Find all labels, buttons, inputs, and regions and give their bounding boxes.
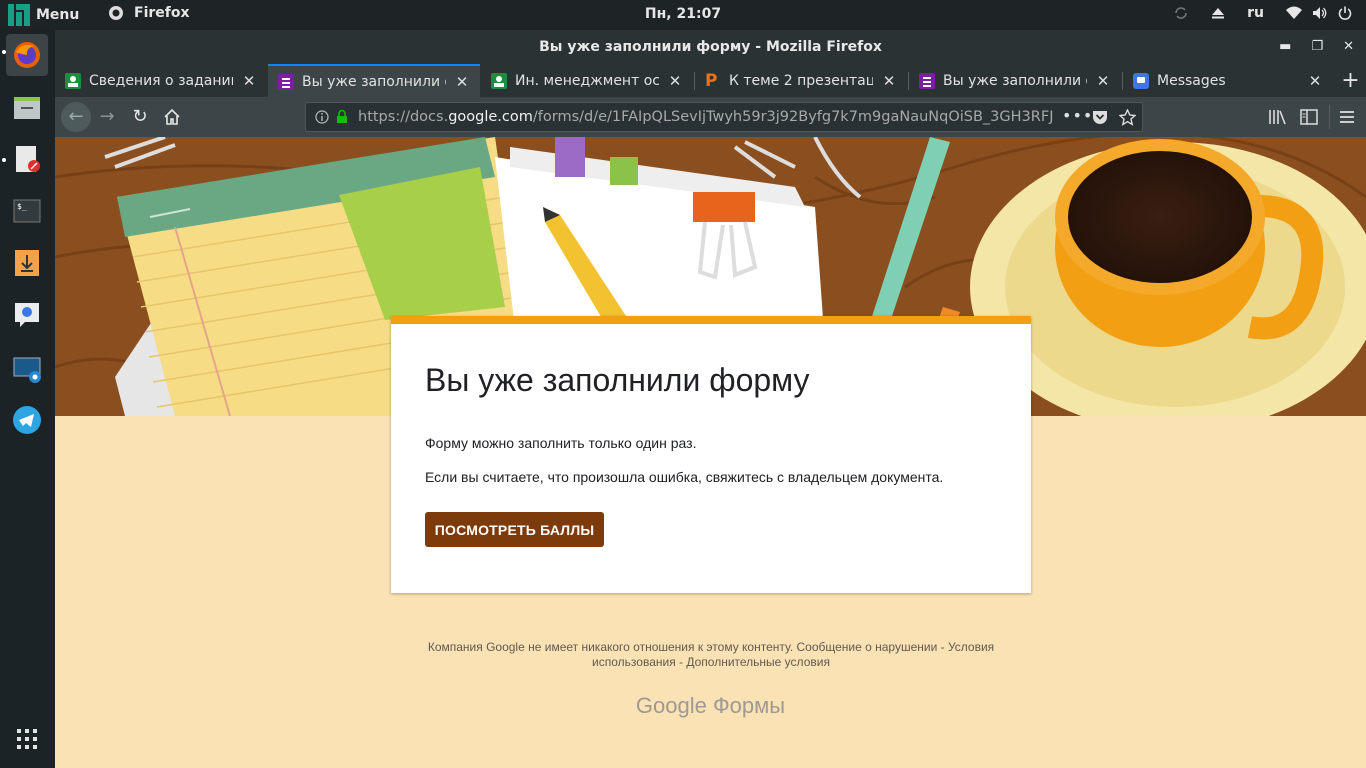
bookmark-star-icon[interactable] xyxy=(1119,109,1136,126)
close-tab-icon[interactable]: ✕ xyxy=(881,72,897,90)
lock-icon[interactable] xyxy=(336,109,348,124)
power-icon[interactable] xyxy=(1338,6,1352,20)
library-icon[interactable] xyxy=(1268,109,1286,125)
url-bar[interactable]: https://docs.google.com/forms/d/e/1FAIpQ… xyxy=(305,102,1143,132)
dock-terminal[interactable]: $_ xyxy=(6,190,48,232)
tab-label: Messages xyxy=(1157,72,1226,89)
hamburger-menu-icon[interactable] xyxy=(1339,110,1355,124)
forms-icon xyxy=(278,73,294,90)
forward-button[interactable]: → xyxy=(95,105,119,129)
dock-chat[interactable] xyxy=(6,294,48,336)
tab-label: К теме 2 презентация xyxy=(729,72,873,89)
active-app-indicator[interactable]: Firefox xyxy=(108,5,190,21)
minimize-button[interactable]: ▬ xyxy=(1279,39,1291,54)
pocket-icon[interactable] xyxy=(1092,110,1108,125)
new-tab-button[interactable]: + xyxy=(1335,64,1366,97)
home-button[interactable] xyxy=(160,105,184,129)
tab-form-submitted-2[interactable]: Вы уже заполнили фо ✕ xyxy=(909,64,1121,97)
tab-assignment-details[interactable]: Сведения о задании ✕ xyxy=(55,64,267,97)
sync-icon[interactable] xyxy=(1173,5,1189,21)
form-heading: Вы уже заполнили форму xyxy=(425,362,810,398)
classroom-icon xyxy=(491,72,507,89)
file-manager-icon xyxy=(14,97,40,119)
messages-icon xyxy=(1133,72,1149,89)
maximize-button[interactable]: ❐ xyxy=(1311,39,1323,54)
dock-screenshot[interactable] xyxy=(6,348,48,390)
form-card: Вы уже заполнили форму Форму можно запол… xyxy=(391,316,1031,593)
svg-text:$_: $_ xyxy=(17,202,27,211)
presentation-icon: P xyxy=(705,70,718,91)
eject-icon[interactable] xyxy=(1211,6,1225,20)
chat-icon xyxy=(15,303,39,327)
volume-icon[interactable] xyxy=(1312,6,1328,20)
home-icon xyxy=(164,108,180,125)
wifi-icon[interactable] xyxy=(1286,6,1302,20)
download-icon xyxy=(15,250,39,276)
tab-presentation[interactable]: P К теме 2 презентация ✕ xyxy=(695,64,907,97)
close-tab-icon[interactable]: ✕ xyxy=(241,72,257,90)
back-button[interactable]: ← xyxy=(61,102,91,132)
firefox-icon xyxy=(109,6,123,20)
tab-messages[interactable]: Messages ✕ xyxy=(1123,64,1333,97)
dock-file-manager[interactable] xyxy=(6,87,48,129)
tab-management-course[interactable]: Ин. менеджмент осен ✕ xyxy=(481,64,693,97)
screenshot-icon xyxy=(13,357,41,383)
close-window-button[interactable]: ✕ xyxy=(1343,39,1354,54)
url-text: https://docs.google.com/forms/d/e/1FAIpQ… xyxy=(358,109,1054,125)
dock-apps-grid[interactable] xyxy=(6,718,48,760)
navigation-bar: ← → ↻ https://docs.google.com/forms/d/e/… xyxy=(55,97,1366,137)
reload-button[interactable]: ↻ xyxy=(128,105,152,129)
dock: $_ xyxy=(0,30,55,768)
page-footer: Компания Google не имеет никакого отноше… xyxy=(401,640,1021,670)
info-icon[interactable] xyxy=(315,110,329,124)
dock-firefox[interactable] xyxy=(6,34,48,76)
view-score-button[interactable]: ПОСМОТРЕТЬ БАЛЛЫ xyxy=(425,512,604,547)
firefox-window: Вы уже заполнили форму - Mozilla Firefox… xyxy=(55,30,1366,768)
page-actions-icon[interactable]: ••• xyxy=(1062,106,1093,125)
dock-downloader[interactable] xyxy=(6,242,48,284)
manjaro-logo-icon xyxy=(8,4,30,26)
close-tab-icon[interactable]: ✕ xyxy=(667,72,683,90)
close-tab-icon[interactable]: ✕ xyxy=(1095,72,1111,90)
page-content: Вы уже заполнили форму Форму можно запол… xyxy=(55,137,1366,768)
sidebar-icon[interactable] xyxy=(1300,109,1318,125)
tab-label: Вы уже заполнили фо xyxy=(943,72,1087,89)
footer-terms[interactable]: использования - Дополнительные условия xyxy=(401,655,1021,670)
google-forms-logo[interactable]: Google Формы xyxy=(55,693,1366,719)
apps-grid-icon xyxy=(17,729,37,749)
system-menu-button[interactable]: Menu xyxy=(8,4,79,26)
system-tray: ru xyxy=(1173,5,1352,21)
text-editor-icon xyxy=(16,146,40,172)
clock: Пн, 21:07 xyxy=(644,6,722,22)
menu-separator xyxy=(1329,105,1330,129)
close-tab-icon[interactable]: ✕ xyxy=(454,73,470,91)
menu-label: Menu xyxy=(36,7,80,23)
keyboard-layout[interactable]: ru xyxy=(1247,5,1264,21)
tab-label: Вы уже заполнили фо xyxy=(302,73,446,90)
system-panel: Menu Firefox Пн, 21:07 ru xyxy=(0,0,1366,30)
close-tab-icon[interactable]: ✕ xyxy=(1307,72,1323,90)
tab-strip: Сведения о задании ✕ Вы уже заполнили фо… xyxy=(55,64,1366,97)
form-message-error: Если вы считаете, что произошла ошибка, … xyxy=(425,469,944,485)
tab-label: Ин. менеджмент осен xyxy=(515,72,659,89)
window-title: Вы уже заполнили форму - Mozilla Firefox xyxy=(539,39,882,55)
active-app-label: Firefox xyxy=(134,5,190,21)
dock-text-editor[interactable] xyxy=(6,138,48,180)
window-titlebar[interactable]: Вы уже заполнили форму - Mozilla Firefox… xyxy=(55,30,1366,64)
telegram-icon xyxy=(13,406,41,434)
footer-disclaimer[interactable]: Компания Google не имеет никакого отноше… xyxy=(401,640,1021,655)
firefox-icon xyxy=(14,42,40,68)
classroom-icon xyxy=(65,72,81,89)
terminal-icon: $_ xyxy=(13,199,41,223)
forms-icon xyxy=(919,72,935,89)
tab-label: Сведения о задании xyxy=(89,72,233,89)
dock-telegram[interactable] xyxy=(6,399,48,441)
form-message-once: Форму можно заполнить только один раз. xyxy=(425,435,697,451)
tab-form-submitted[interactable]: Вы уже заполнили фо ✕ xyxy=(268,64,480,97)
